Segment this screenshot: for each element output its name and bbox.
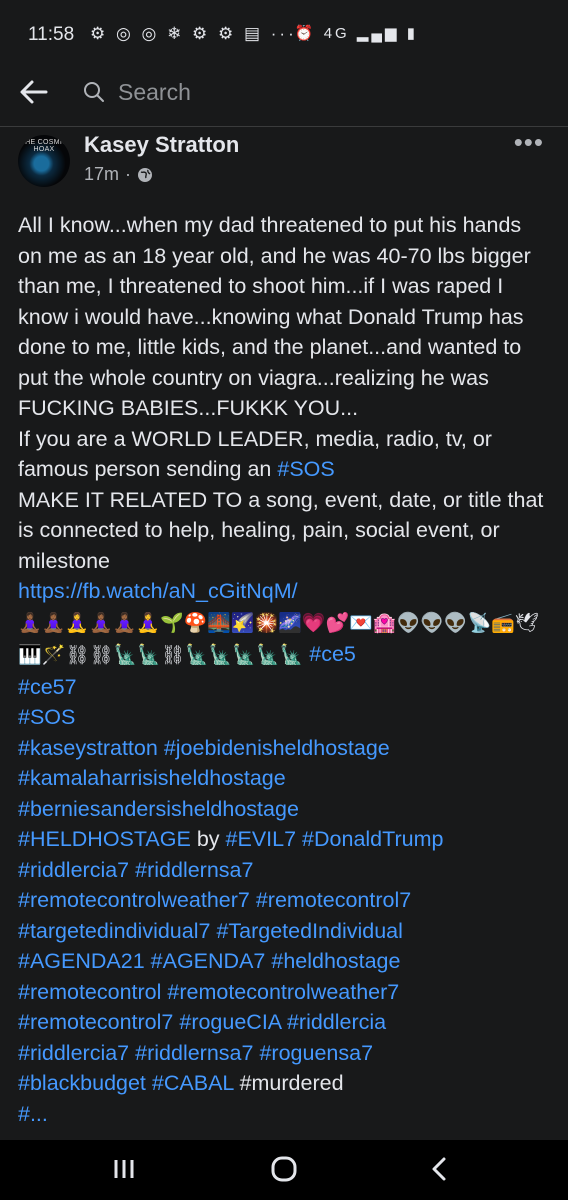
emoji-string: 🧘🏾‍♀️🧘🏾‍♀️🧘‍♀️🧘🏾‍♀️🧘🏾‍♀️🧘‍♀️🌱🍄🌉🌠🎇🌌💗💕💌🏩👽👽… xyxy=(18,612,539,667)
back-arrow-icon xyxy=(20,80,48,104)
post-text-related: MAKE IT RELATED TO a song, event, date, … xyxy=(18,487,544,573)
hashtag[interactable]: #kamalaharrisisheldhostage xyxy=(18,766,286,790)
hashtag[interactable]: #riddlernsa7 xyxy=(135,858,253,882)
hashtag[interactable]: #AGENDA7 xyxy=(151,949,266,973)
author-name[interactable]: Kasey Stratton xyxy=(84,132,239,158)
post-text-main: All I know...when my dad threatened to p… xyxy=(18,213,531,420)
hashtag[interactable]: #DonaldTrump xyxy=(302,827,443,851)
post-body: All I know...when my dad threatened to p… xyxy=(18,210,550,1129)
status-time: 11:58 xyxy=(28,24,75,45)
cut-off-line: #... xyxy=(18,1101,48,1126)
hashtag[interactable]: #HELDHOSTAGE xyxy=(18,827,191,851)
hashtag[interactable]: #riddlercia7 xyxy=(18,858,129,882)
system-status-icons-text: ⏰ 4G ▂▄▆ ▮ xyxy=(294,25,418,42)
hashtag[interactable]: #riddlernsa7 xyxy=(135,1041,253,1065)
hashtag[interactable]: #kaseystratton xyxy=(18,736,158,760)
post-text-leader: If you are a WORLD LEADER, media, radio,… xyxy=(18,424,550,485)
hashtag[interactable]: #remotecontrol xyxy=(18,980,161,1004)
recents-button[interactable] xyxy=(104,1154,144,1184)
home-icon xyxy=(271,1156,297,1182)
hashtag[interactable]: #CABAL xyxy=(152,1071,234,1095)
hashtag[interactable]: #blackbudget xyxy=(18,1071,146,1095)
post-time[interactable]: 17m xyxy=(84,164,119,185)
hashtag[interactable]: #remotecontrol7 xyxy=(256,888,411,912)
hashtag[interactable]: #SOS xyxy=(277,457,334,481)
hashtag[interactable]: #ce57 xyxy=(18,675,77,699)
search-placeholder: Search xyxy=(118,78,191,105)
back-button[interactable] xyxy=(16,74,52,110)
meta-dot: · xyxy=(125,164,132,184)
hashtag[interactable]: #EVIL7 xyxy=(226,827,297,851)
hashtag[interactable]: #joebidenisheldhostage xyxy=(164,736,390,760)
status-bar: 11:58 ⚙ ◎ ◎ ❄ ⚙ ⚙ ▤ ··· ⏰ 4G ▂▄▆ ▮ xyxy=(0,0,568,68)
hashtag[interactable]: #rogueCIA xyxy=(179,1010,281,1034)
recents-icon xyxy=(114,1160,134,1178)
hashtag[interactable]: #heldhostage xyxy=(271,949,400,973)
hashtag[interactable]: #TargetedIndividual xyxy=(216,919,402,943)
notification-icons: ⚙ ◎ ◎ ❄ ⚙ ⚙ ▤ ··· xyxy=(90,24,297,43)
home-button[interactable] xyxy=(264,1154,304,1184)
back-chevron-icon xyxy=(432,1157,446,1181)
hashtag[interactable]: #riddlercia xyxy=(287,1010,386,1034)
post-meta: 17m · xyxy=(84,164,153,185)
top-nav: Search xyxy=(0,68,568,120)
system-nav-bar xyxy=(0,1140,568,1200)
more-options-button[interactable]: ••• xyxy=(514,127,544,158)
hashtag[interactable]: #remotecontrolweather7 xyxy=(167,980,399,1004)
hashtag[interactable]: #ce5 xyxy=(309,642,356,666)
system-back-button[interactable] xyxy=(420,1154,460,1184)
avatar-caption: THE COSMIC HOAX xyxy=(20,139,68,153)
divider xyxy=(0,126,568,127)
word-by: by xyxy=(196,827,220,851)
globe-icon xyxy=(138,167,153,182)
hashtag[interactable]: #roguensa7 xyxy=(259,1041,373,1065)
hashtag[interactable]: #SOS xyxy=(18,705,75,729)
plain-hashtag: #murdered xyxy=(239,1071,344,1095)
avatar[interactable]: THE COSMIC HOAX xyxy=(18,135,70,187)
hashtag[interactable]: #berniesandersisheldhostage xyxy=(18,797,299,821)
search-icon xyxy=(84,82,104,102)
post-link[interactable]: https://fb.watch/aN_cGitNqM/ xyxy=(18,579,298,603)
hashtag[interactable]: #remotecontrol7 xyxy=(18,1010,173,1034)
search-bar[interactable]: Search xyxy=(82,74,522,110)
hashtag[interactable]: #remotecontrolweather7 xyxy=(18,888,250,912)
leader-text: If you are a WORLD LEADER, media, radio,… xyxy=(18,426,492,482)
hashtag[interactable]: #riddlercia7 xyxy=(18,1041,129,1065)
hashtag[interactable]: #AGENDA21 xyxy=(18,949,145,973)
hashtag[interactable]: #targetedindividual7 xyxy=(18,919,210,943)
